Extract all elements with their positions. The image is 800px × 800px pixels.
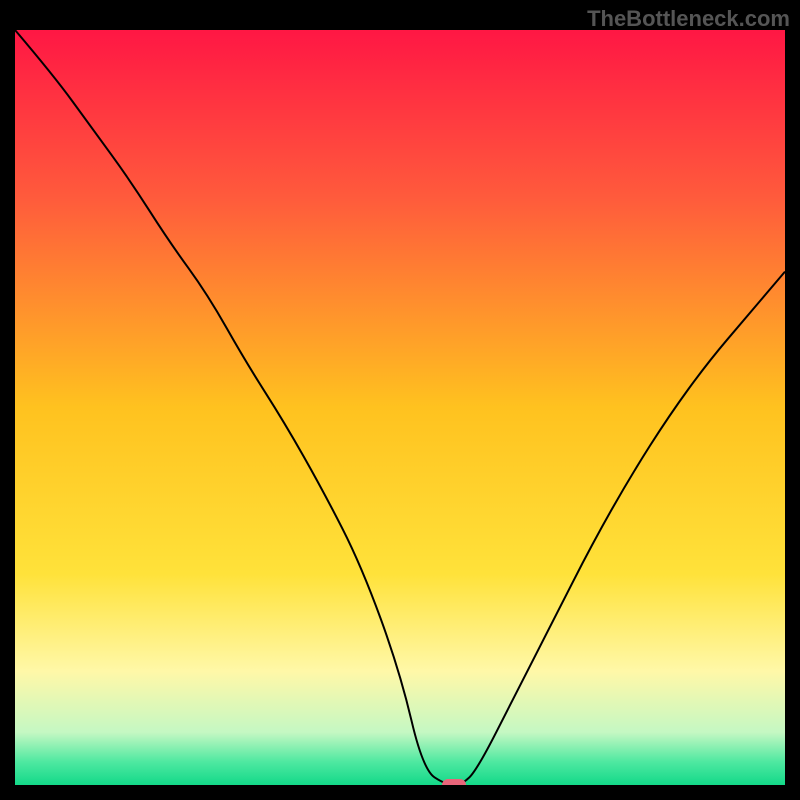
optimum-marker — [442, 779, 466, 785]
chart-svg — [15, 30, 785, 785]
bottleneck-chart — [15, 30, 785, 785]
gradient-background — [15, 30, 785, 785]
watermark-text: TheBottleneck.com — [587, 6, 790, 32]
